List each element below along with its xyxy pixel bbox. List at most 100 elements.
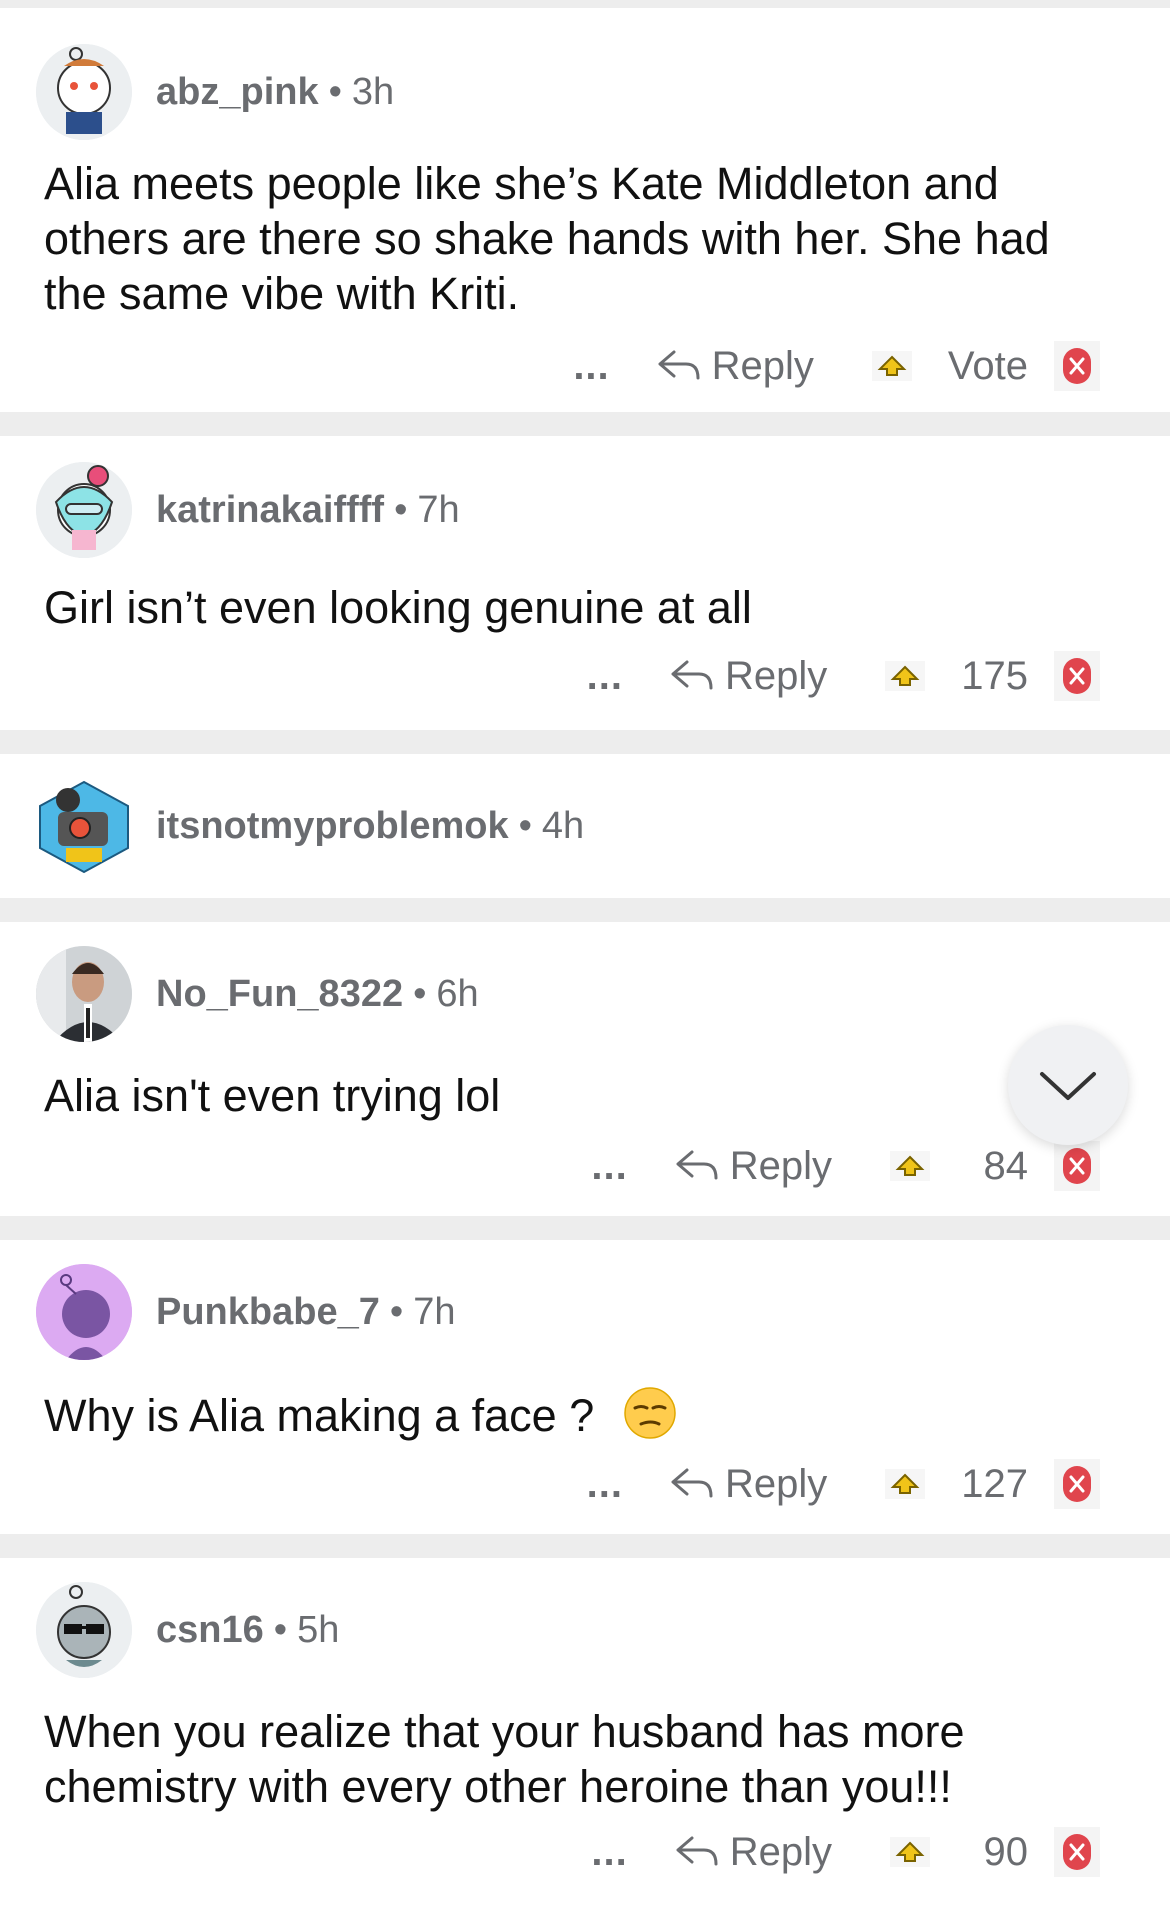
reply-button[interactable]: Reply bbox=[674, 1830, 832, 1875]
avatar[interactable] bbox=[36, 1264, 132, 1360]
comment-card: csn16 • 5h When you realize that your husb… bbox=[0, 1558, 1170, 1905]
scroll-next-comment-button[interactable] bbox=[1008, 1025, 1128, 1145]
upvote-button[interactable] bbox=[885, 659, 926, 693]
comment-text: Girl isn’t even looking genuine at all bbox=[44, 582, 752, 633]
separator-dot: • bbox=[413, 972, 427, 1015]
separator-dot: • bbox=[273, 1608, 288, 1651]
upvote-arrow-icon bbox=[885, 661, 926, 691]
more-options-button[interactable]: ... bbox=[573, 344, 609, 389]
upvote-button[interactable] bbox=[871, 349, 912, 383]
upvote-arrow-icon bbox=[885, 1469, 926, 1499]
username[interactable]: katrinakaiffff bbox=[156, 489, 384, 531]
reply-label: Reply bbox=[729, 1829, 832, 1874]
vote-score: 84 bbox=[983, 1143, 1029, 1188]
comment-header: itsnotmyproblemok • 4h bbox=[36, 778, 584, 874]
upvote-button[interactable] bbox=[890, 1149, 930, 1183]
reply-label: Reply bbox=[724, 653, 828, 698]
reply-label: Reply bbox=[724, 1461, 828, 1506]
upvote-button[interactable] bbox=[885, 1467, 926, 1501]
comment-actions: ... Reply 127 bbox=[587, 1456, 1100, 1512]
comment-meta: csn16 • 5h bbox=[156, 1609, 339, 1652]
username[interactable]: No_Fun_8322 bbox=[156, 973, 403, 1015]
comment-card: abz_pink • 3h Alia meets people like she’s… bbox=[0, 8, 1170, 412]
username[interactable]: abz_pink bbox=[156, 71, 319, 113]
timestamp: 3h bbox=[351, 70, 395, 113]
avatar[interactable] bbox=[36, 946, 132, 1042]
separator-dot: • bbox=[518, 804, 532, 847]
downvote-x-icon bbox=[1063, 1148, 1091, 1184]
reply-button[interactable]: Reply bbox=[656, 344, 814, 389]
comment-header: katrinakaiffff • 7h bbox=[36, 462, 460, 558]
comment-actions: ... Reply 84 bbox=[591, 1138, 1100, 1194]
separator-dot: • bbox=[394, 488, 408, 531]
vote-score: Vote bbox=[947, 343, 1028, 388]
comment-meta: katrinakaiffff • 7h bbox=[156, 489, 460, 532]
avatar[interactable] bbox=[36, 462, 132, 558]
comment-meta: abz_pink • 3h bbox=[156, 71, 394, 114]
comment-text: When you realize that your husband has m… bbox=[44, 1706, 965, 1812]
comment-card: katrinakaiffff • 7h Girl isn’t even lookin… bbox=[0, 436, 1170, 730]
timestamp: 6h bbox=[436, 972, 479, 1015]
username[interactable]: itsnotmyproblemok bbox=[156, 805, 509, 847]
comment-feed: abz_pink • 3h Alia meets people like she’s… bbox=[0, 0, 1170, 1905]
comment-header: Punkbabe_7 • 7h bbox=[36, 1264, 455, 1360]
timestamp: 5h bbox=[297, 1608, 340, 1651]
comment-card-collapsed[interactable]: itsnotmyproblemok • 4h bbox=[0, 754, 1170, 898]
vote-score: 127 bbox=[961, 1461, 1028, 1506]
avatar[interactable] bbox=[36, 44, 132, 140]
unamused-face-icon bbox=[623, 1386, 677, 1452]
reply-button[interactable]: Reply bbox=[674, 1144, 832, 1189]
comment-meta: itsnotmyproblemok • 4h bbox=[156, 805, 584, 848]
vote-score: 175 bbox=[961, 653, 1028, 698]
downvote-button[interactable] bbox=[1054, 1827, 1100, 1877]
downvote-x-icon bbox=[1063, 658, 1091, 694]
timestamp: 7h bbox=[417, 488, 460, 531]
comment-actions: ... Reply 90 bbox=[591, 1824, 1100, 1880]
more-options-button[interactable]: ... bbox=[591, 1144, 627, 1189]
username[interactable]: csn16 bbox=[156, 1609, 264, 1651]
username[interactable]: Punkbabe_7 bbox=[156, 1291, 380, 1333]
reply-label: Reply bbox=[729, 1143, 832, 1188]
avatar[interactable] bbox=[36, 1582, 132, 1678]
timestamp: 7h bbox=[413, 1290, 456, 1333]
comment-meta: No_Fun_8322 • 6h bbox=[156, 973, 479, 1016]
upvote-arrow-icon bbox=[871, 351, 912, 381]
avatar[interactable] bbox=[36, 778, 132, 874]
comment-header: No_Fun_8322 • 6h bbox=[36, 946, 479, 1042]
downvote-button[interactable] bbox=[1054, 1459, 1100, 1509]
separator-dot: • bbox=[389, 1290, 404, 1333]
reply-arrow-icon bbox=[658, 350, 700, 380]
comment-card: Punkbabe_7 • 7h Why is Alia making a face … bbox=[0, 1240, 1170, 1534]
comment-meta: Punkbabe_7 • 7h bbox=[156, 1291, 455, 1334]
reply-arrow-icon bbox=[671, 660, 713, 690]
reply-label: Reply bbox=[711, 343, 814, 388]
comment-actions: ... Reply Vote bbox=[573, 338, 1100, 394]
comment-actions: ... Reply 175 bbox=[587, 648, 1100, 704]
comment-card: No_Fun_8322 • 6h Alia isn't even trying lo… bbox=[0, 922, 1170, 1216]
reply-arrow-icon bbox=[676, 1150, 718, 1180]
downvote-button[interactable] bbox=[1054, 651, 1100, 701]
reply-button[interactable]: Reply bbox=[669, 654, 827, 699]
vote-score: 90 bbox=[983, 1829, 1029, 1874]
more-options-button[interactable]: ... bbox=[587, 1462, 623, 1507]
reply-button[interactable]: Reply bbox=[669, 1462, 827, 1507]
downvote-x-icon bbox=[1063, 348, 1091, 384]
downvote-button[interactable] bbox=[1054, 1141, 1100, 1191]
reply-arrow-icon bbox=[671, 1468, 713, 1498]
chevron-down-icon bbox=[1040, 1072, 1096, 1100]
reply-arrow-icon bbox=[676, 1836, 718, 1866]
comment-text: Alia isn't even trying lol bbox=[44, 1070, 501, 1121]
more-options-button[interactable]: ... bbox=[591, 1830, 627, 1875]
upvote-arrow-icon bbox=[890, 1151, 930, 1181]
comment-text: Alia meets people like she’s Kate Middle… bbox=[44, 158, 1050, 319]
more-options-button[interactable]: ... bbox=[587, 654, 623, 699]
timestamp: 4h bbox=[541, 804, 585, 847]
downvote-x-icon bbox=[1063, 1834, 1091, 1870]
downvote-button[interactable] bbox=[1054, 341, 1100, 391]
separator-dot: • bbox=[328, 70, 342, 113]
downvote-x-icon bbox=[1063, 1466, 1091, 1502]
comment-text-container: Why is Alia making a face ? bbox=[44, 1386, 1124, 1452]
comment-text: Why is Alia making a face ? bbox=[44, 1389, 595, 1441]
upvote-button[interactable] bbox=[890, 1835, 930, 1869]
comment-header: abz_pink • 3h bbox=[36, 44, 394, 140]
